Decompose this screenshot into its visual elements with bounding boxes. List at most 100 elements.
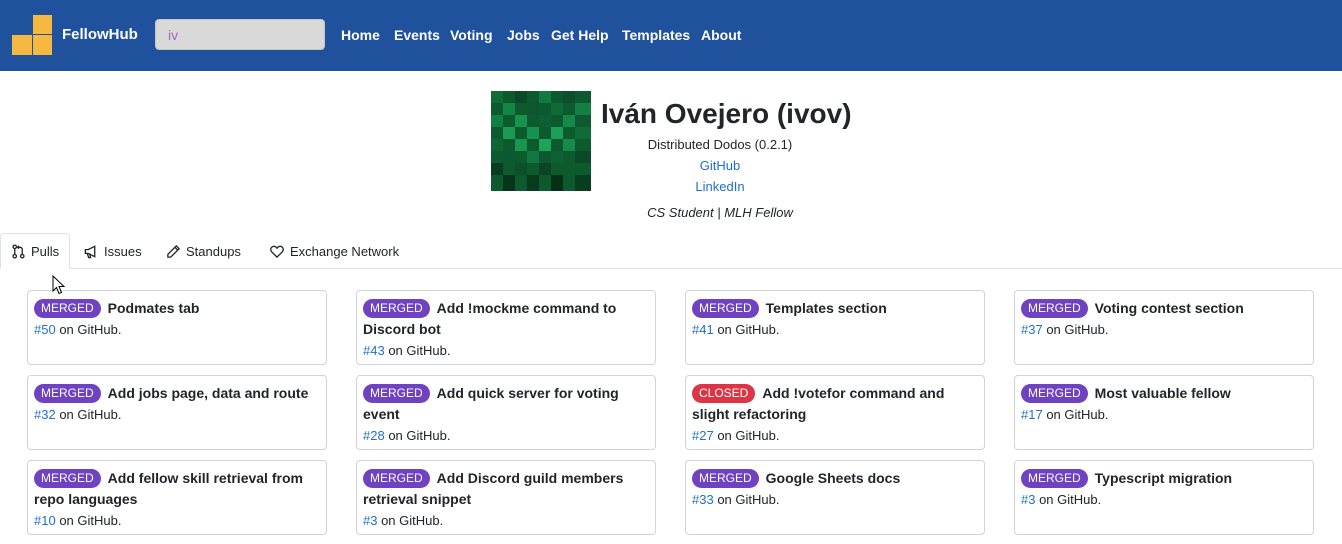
pull-source: on GitHub. xyxy=(1035,492,1102,507)
pull-card[interactable]: MERGED Voting contest section #37 on GitHu… xyxy=(1014,290,1314,365)
tab-issues[interactable]: Issues xyxy=(73,233,152,269)
pull-number-link[interactable]: #3 xyxy=(363,513,377,528)
status-badge: MERGED xyxy=(34,469,101,488)
pull-title-line: MERGED Most valuable fellow xyxy=(1021,383,1307,404)
status-badge: MERGED xyxy=(692,469,759,488)
pull-card[interactable]: MERGED Typescript migration #3 on GitHub. xyxy=(1014,460,1314,535)
pull-title-line: MERGED Add !mockme command to Discord bot xyxy=(363,298,649,340)
pull-title-line: MERGED Typescript migration xyxy=(1021,468,1307,489)
status-badge: CLOSED xyxy=(692,384,756,403)
pull-reference: #10 on GitHub. xyxy=(34,510,320,531)
nav-link-about[interactable]: About xyxy=(701,27,741,43)
pull-card[interactable]: CLOSED Add !votefor command and slight re… xyxy=(685,375,985,450)
pencil-icon xyxy=(166,244,181,259)
profile-project: Distributed Dodos (0.2.1) xyxy=(647,137,793,152)
pull-card[interactable]: MERGED Most valuable fellow #17 on GitHub. xyxy=(1014,375,1314,450)
pull-source: on GitHub. xyxy=(384,428,451,443)
status-badge: MERGED xyxy=(34,384,101,403)
pull-reference: #3 on GitHub. xyxy=(1021,489,1307,510)
pull-reference: #37 on GitHub. xyxy=(1021,319,1307,340)
brand-name[interactable]: FellowHub xyxy=(62,26,138,43)
pull-card[interactable]: MERGED Google Sheets docs #33 on GitHub. xyxy=(685,460,985,535)
pull-number-link[interactable]: #27 xyxy=(692,428,714,443)
pull-number-link[interactable]: #10 xyxy=(34,513,56,528)
pull-request-icon xyxy=(11,243,26,259)
tab-pulls[interactable]: Pulls xyxy=(0,233,70,269)
pull-card[interactable]: MERGED Add jobs page, data and route #32 o… xyxy=(27,375,327,450)
pull-card[interactable]: MERGED Add quick server for voting event #… xyxy=(356,375,656,450)
pull-title-line: MERGED Templates section xyxy=(692,298,978,319)
tab-standups[interactable]: Standups xyxy=(156,233,251,269)
fellowhub-logo-icon[interactable] xyxy=(12,15,52,55)
pull-number-link[interactable]: #28 xyxy=(363,428,385,443)
pull-number-link[interactable]: #32 xyxy=(34,407,56,422)
pull-reference: #32 on GitHub. xyxy=(34,404,320,425)
nav-link-home[interactable]: Home xyxy=(341,27,380,43)
pull-source: on GitHub. xyxy=(1042,407,1109,422)
pull-reference: #33 on GitHub. xyxy=(692,489,978,510)
pull-card[interactable]: MERGED Templates section #41 on GitHub. xyxy=(685,290,985,365)
pull-source: on GitHub. xyxy=(713,428,780,443)
pull-number-link[interactable]: #33 xyxy=(692,492,714,507)
status-badge: MERGED xyxy=(1021,469,1088,488)
pull-card[interactable]: MERGED Podmates tab #50 on GitHub. xyxy=(27,290,327,365)
pull-title: Typescript migration xyxy=(1094,470,1233,486)
megaphone-icon xyxy=(83,244,99,259)
profile-bio: CS Student | MLH Fellow xyxy=(647,205,793,220)
search-input[interactable] xyxy=(155,19,325,50)
nav-link-events[interactable]: Events xyxy=(394,27,440,43)
pull-number-link[interactable]: #3 xyxy=(1021,492,1035,507)
pull-reference: #27 on GitHub. xyxy=(692,425,978,446)
pull-reference: #43 on GitHub. xyxy=(363,340,649,361)
status-badge: MERGED xyxy=(1021,299,1088,318)
tab-exchange-network[interactable]: Exchange Network xyxy=(259,233,409,269)
profile-name: Iván Ovejero (ivov) xyxy=(601,98,852,129)
linkedin-link[interactable]: LinkedIn xyxy=(620,179,820,194)
nav-link-get-help[interactable]: Get Help xyxy=(551,27,609,43)
pull-source: on GitHub. xyxy=(1042,322,1109,337)
pull-card[interactable]: MERGED Add !mockme command to Discord bot… xyxy=(356,290,656,365)
pull-title: Podmates tab xyxy=(107,300,200,316)
pull-source: on GitHub. xyxy=(713,492,780,507)
pull-title-line: MERGED Add Discord guild members retrieva… xyxy=(363,468,649,510)
pull-reference: #41 on GitHub. xyxy=(692,319,978,340)
pull-number-link[interactable]: #37 xyxy=(1021,322,1043,337)
status-badge: MERGED xyxy=(1021,384,1088,403)
mouse-cursor-icon xyxy=(52,274,66,300)
pull-card[interactable]: MERGED Add Discord guild members retrieva… xyxy=(356,460,656,535)
pull-source: on GitHub. xyxy=(713,322,780,337)
pull-title-line: MERGED Podmates tab xyxy=(34,298,320,319)
pull-title-line: MERGED Add quick server for voting event xyxy=(363,383,649,425)
pull-number-link[interactable]: #17 xyxy=(1021,407,1043,422)
status-badge: MERGED xyxy=(363,469,430,488)
pull-title: Add jobs page, data and route xyxy=(107,385,309,401)
status-badge: MERGED xyxy=(34,299,101,318)
tab-label: Pulls xyxy=(31,243,60,259)
pull-source: on GitHub. xyxy=(55,407,122,422)
pull-title-line: MERGED Add fellow skill retrieval from re… xyxy=(34,468,320,510)
pull-title-line: CLOSED Add !votefor command and slight re… xyxy=(692,383,978,425)
pull-source: on GitHub. xyxy=(55,513,122,528)
tab-label: Exchange Network xyxy=(290,243,400,259)
navbar: FellowHub Home Events Voting Jobs Get He… xyxy=(0,0,1342,71)
github-link[interactable]: GitHub xyxy=(620,158,820,173)
tab-label: Issues xyxy=(104,243,142,259)
pull-reference: #28 on GitHub. xyxy=(363,425,649,446)
pull-title-line: MERGED Google Sheets docs xyxy=(692,468,978,489)
nav-link-jobs[interactable]: Jobs xyxy=(507,27,540,43)
pull-source: on GitHub. xyxy=(384,343,451,358)
pull-reference: #50 on GitHub. xyxy=(34,319,320,340)
pull-reference: #3 on GitHub. xyxy=(363,510,649,531)
pull-number-link[interactable]: #41 xyxy=(692,322,714,337)
pull-title-line: MERGED Voting contest section xyxy=(1021,298,1307,319)
pull-title: Voting contest section xyxy=(1094,300,1244,316)
pull-reference: #17 on GitHub. xyxy=(1021,404,1307,425)
pull-title: Most valuable fellow xyxy=(1094,385,1231,401)
nav-link-templates[interactable]: Templates xyxy=(622,27,690,43)
nav-link-voting[interactable]: Voting xyxy=(450,27,493,43)
status-badge: MERGED xyxy=(692,299,759,318)
pull-number-link[interactable]: #50 xyxy=(34,322,56,337)
status-badge: MERGED xyxy=(363,384,430,403)
pull-card[interactable]: MERGED Add fellow skill retrieval from re… xyxy=(27,460,327,535)
pull-number-link[interactable]: #43 xyxy=(363,343,385,358)
